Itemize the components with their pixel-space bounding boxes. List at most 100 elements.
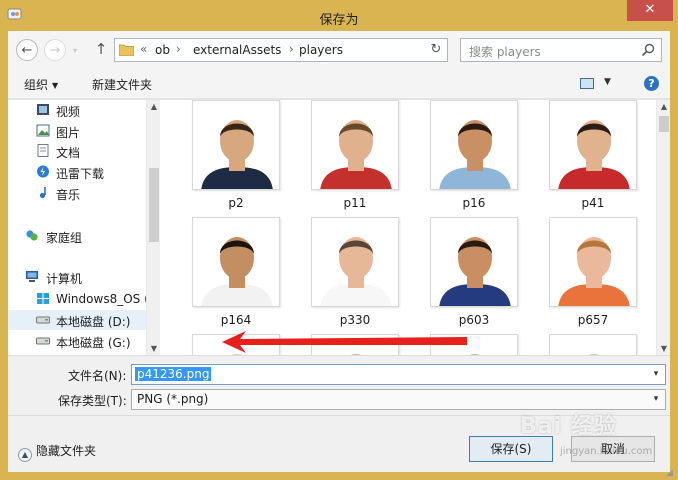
file-view-scrollbar[interactable]: ▲ ▼ — [656, 100, 670, 356]
file-thumbnail — [430, 100, 518, 190]
sidebar-item-label: 视频 — [56, 105, 81, 119]
up-button[interactable]: ↑ — [92, 40, 110, 60]
sidebar-item-label: 文档 — [56, 146, 81, 160]
filename-dropdown-icon[interactable]: ▾ — [649, 366, 663, 383]
scroll-down-arrow-icon[interactable]: ▼ — [147, 342, 161, 356]
windows-drive-icon — [37, 293, 49, 304]
refresh-button[interactable]: ↻ — [425, 38, 448, 62]
save-form: 文件名(N): p41236.png ▾ 保存类型(T): PNG (*.png… — [8, 355, 670, 415]
organize-menu[interactable]: 组织 ▼ — [24, 76, 58, 93]
search-box[interactable]: 搜索 players — [460, 38, 662, 62]
file-thumbnail — [549, 217, 637, 307]
sidebar-item[interactable]: 本地磁盘 (G:) — [8, 331, 146, 351]
file-view[interactable]: p2 p11 p16 p41 p164 p330 p603 p657 — [160, 100, 656, 356]
player-photo-icon — [312, 101, 398, 189]
search-input[interactable]: 搜索 players — [469, 43, 541, 60]
player-photo-icon — [550, 335, 636, 356]
sidebar-item[interactable]: 图片 — [8, 121, 146, 141]
sidebar-item-label: 本地磁盘 (D:) — [56, 315, 131, 329]
file-item[interactable]: p41 — [546, 100, 640, 216]
file-name: p330 — [339, 313, 371, 327]
command-toolbar: 组织 ▼ 新建文件夹 ▼ ? — [8, 69, 670, 99]
forward-button[interactable]: → — [44, 39, 66, 61]
title-bar[interactable]: 保存为 ✕ — [0, 0, 678, 32]
file-thumbnail — [311, 100, 399, 190]
scroll-up-arrow-icon[interactable]: ▲ — [657, 100, 671, 114]
watermark-logo: Bai 经验 — [520, 414, 617, 439]
filename-value[interactable]: p41236.png — [135, 367, 212, 381]
filetype-value: PNG (*.png) — [137, 392, 209, 406]
file-item[interactable]: p603 — [427, 217, 521, 333]
file-thumbnail — [430, 217, 518, 307]
sidebar-item[interactable]: 视频 — [8, 100, 146, 120]
sidebar-item[interactable]: 音乐 — [8, 183, 146, 203]
file-item[interactable]: p2 — [189, 100, 283, 216]
drive-icon — [36, 337, 50, 345]
player-photo-icon — [431, 218, 517, 306]
player-photo-icon — [193, 101, 279, 189]
file-item[interactable]: p164 — [189, 217, 283, 333]
browser-panes: 视频图片文档迅雷下载音乐家庭组计算机 Windows8_OS ( 本地磁盘 (D:)… — [8, 99, 670, 356]
search-icon[interactable] — [641, 43, 655, 57]
organize-label: 组织 — [24, 78, 49, 92]
breadcrumb-separator-icon[interactable]: › — [176, 42, 181, 56]
drive-icon — [36, 316, 50, 324]
file-name: p657 — [577, 313, 609, 327]
file-item[interactable]: p16 — [427, 100, 521, 216]
filename-field[interactable]: p41236.png ▾ — [131, 364, 666, 385]
file-name: p603 — [458, 313, 490, 327]
homegroup-icon — [26, 230, 38, 241]
file-thumbnail — [192, 217, 280, 307]
file-item[interactable]: p330 — [308, 217, 402, 333]
sidebar-item[interactable]: 迅雷下载 — [8, 162, 146, 182]
close-button[interactable]: ✕ — [627, 0, 673, 21]
window-title: 保存为 — [319, 13, 359, 28]
player-photo-icon — [312, 218, 398, 306]
thunder-download-icon — [37, 165, 49, 178]
address-bar[interactable]: « ob › externalAssets › players ▾ — [114, 38, 448, 62]
scroll-up-arrow-icon[interactable]: ▲ — [147, 100, 161, 114]
filetype-dropdown-icon[interactable]: ▾ — [649, 391, 663, 408]
sidebar-item[interactable]: 本地磁盘 (D:) — [8, 310, 146, 330]
hide-folders-toggle[interactable]: ▲ 隐藏文件夹 — [18, 442, 96, 462]
sidebar-item[interactable]: 文档 — [8, 141, 146, 161]
sidebar-item[interactable]: 计算机 — [8, 267, 146, 287]
breadcrumb-overflow[interactable]: « — [140, 42, 147, 56]
file-thumbnail — [192, 100, 280, 190]
navigation-pane[interactable]: 视频图片文档迅雷下载音乐家庭组计算机 Windows8_OS ( 本地磁盘 (D:)… — [8, 100, 160, 356]
music-icon — [39, 187, 46, 199]
back-button[interactable]: ← — [16, 39, 38, 61]
scrollbar-thumb[interactable] — [659, 116, 669, 132]
change-view-icon[interactable] — [580, 78, 594, 89]
navigation-pane-scrollbar[interactable]: ▲ ▼ — [146, 100, 160, 356]
file-name: p164 — [220, 313, 252, 327]
breadcrumb-separator-icon[interactable]: › — [289, 42, 294, 56]
file-item[interactable]: p657 — [546, 217, 640, 333]
file-item[interactable] — [546, 334, 640, 356]
sidebar-item-label: 迅雷下载 — [56, 167, 105, 181]
sidebar-item[interactable]: 家庭组 — [8, 226, 146, 246]
computer-icon — [26, 271, 38, 282]
file-name: p41 — [581, 196, 605, 210]
player-photo-icon — [550, 101, 636, 189]
scrollbar-thumb[interactable] — [149, 168, 159, 242]
annotation-arrow-icon — [222, 331, 467, 353]
breadcrumb-externalassets[interactable]: externalAssets — [193, 43, 281, 57]
scroll-down-arrow-icon[interactable]: ▼ — [657, 342, 671, 356]
pictures-icon — [36, 124, 50, 137]
recent-locations-chevron-icon[interactable]: ▾ — [70, 39, 80, 61]
file-thumbnail — [311, 217, 399, 307]
hide-folders-label: 隐藏文件夹 — [36, 444, 97, 458]
view-options-caret-icon[interactable]: ▼ — [604, 77, 611, 87]
file-thumbnail — [549, 334, 637, 356]
caret-down-icon: ▼ — [52, 81, 59, 90]
filetype-select[interactable]: PNG (*.png) ▾ — [131, 389, 666, 410]
sidebar-item-label: 计算机 — [46, 272, 83, 286]
new-folder-button[interactable]: 新建文件夹 — [92, 76, 152, 93]
breadcrumb-ob[interactable]: ob — [155, 43, 170, 57]
breadcrumb-players[interactable]: players — [299, 43, 343, 57]
file-item[interactable]: p11 — [308, 100, 402, 216]
sidebar-item[interactable]: Windows8_OS ( — [8, 289, 149, 309]
resize-grip-icon[interactable]: ◢ — [666, 468, 678, 480]
help-icon[interactable]: ? — [644, 76, 659, 91]
